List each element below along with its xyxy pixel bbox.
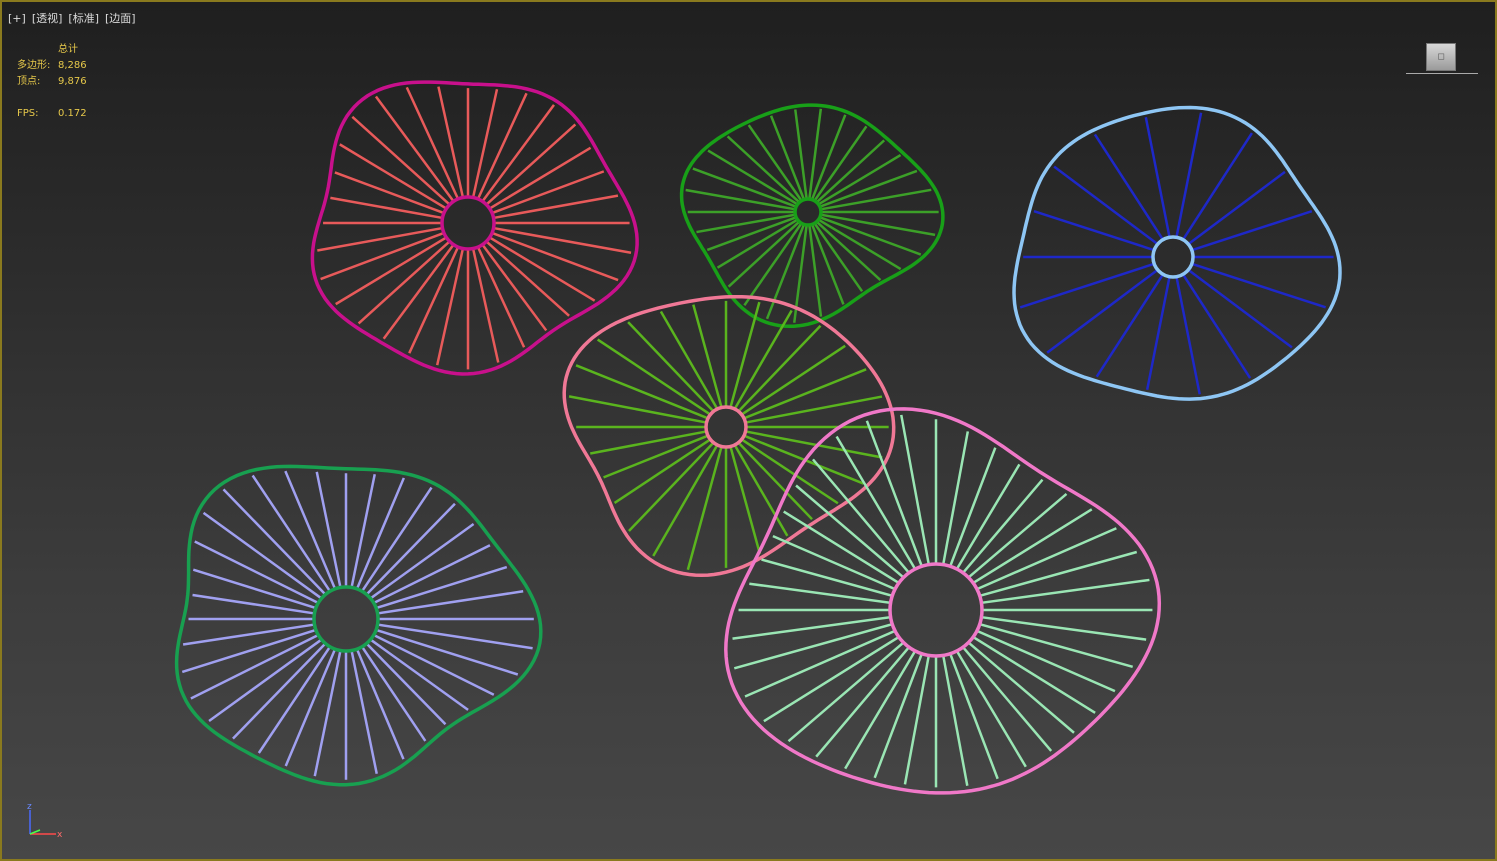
leaf-outline <box>174 464 543 787</box>
leaf-spoke <box>1191 262 1327 309</box>
leaf-spoke <box>334 171 445 215</box>
leaf-spoke <box>941 431 970 565</box>
leaf-outline <box>679 103 945 329</box>
leaf-spoke <box>375 628 519 676</box>
viewcube-ring[interactable] <box>1406 73 1478 77</box>
viewcube-face[interactable]: ◻ <box>1426 43 1456 71</box>
leaf-spoke <box>251 474 332 592</box>
lotus-leaf-green[interactable] <box>679 103 945 329</box>
leaf-spoke <box>979 623 1134 669</box>
axis-x-label: x <box>57 830 63 840</box>
viewport-plus-menu[interactable]: [+] <box>8 12 26 25</box>
leaf-center-ring <box>793 197 823 227</box>
leaf-spoke <box>949 653 999 780</box>
leaf-spoke <box>810 114 847 201</box>
leaf-spoke <box>740 344 846 416</box>
leaf-spoke <box>330 196 443 220</box>
leaf-center-ring <box>1151 235 1195 279</box>
leaf-spoke <box>900 414 931 565</box>
leaf-outline <box>562 294 896 578</box>
viewport-label-menu: [+] [透视] [标准] [边面] <box>8 10 142 26</box>
fps-value: 0.172 <box>58 108 87 119</box>
leaf-spoke <box>377 590 524 615</box>
leaf-spoke <box>737 324 822 413</box>
leaf-spoke <box>192 568 317 610</box>
fps-label: FPS: <box>17 108 39 119</box>
leaf-spoke <box>808 224 823 317</box>
leaf-spoke <box>737 441 813 521</box>
lotus-leaf-mint[interactable] <box>724 407 1162 795</box>
statistics-overlay: 总计 多边形: 8,286 顶点: 9,876 FPS: 0.172 <box>17 42 107 122</box>
leaf-spoke <box>981 578 1150 605</box>
scene-canvas[interactable] <box>2 2 1495 859</box>
leaf-spoke <box>375 565 508 610</box>
lotus-leaf-purple[interactable] <box>174 464 543 787</box>
leaf-spoke <box>1019 262 1155 309</box>
leaf-spoke <box>192 593 315 615</box>
leaf-spoke <box>732 615 891 640</box>
leaf-spoke <box>979 550 1138 597</box>
leaf-spoke <box>808 108 823 200</box>
leaf-spoke <box>613 438 712 504</box>
leaf-spoke <box>967 492 1068 579</box>
viewport-display-menu[interactable]: [边面] <box>105 12 136 25</box>
vertices-label: 顶点: <box>17 76 41 87</box>
axis-z-label: z <box>27 802 32 812</box>
leaf-spoke <box>733 623 893 670</box>
leaf-spoke <box>222 488 327 596</box>
leaf-spoke <box>182 623 315 646</box>
viewport-perspective[interactable]: [+] [透视] [标准] [边面] 总计 多边形: 8,286 顶点: 9,876 … <box>0 0 1497 861</box>
stats-header: 总计 <box>58 44 78 55</box>
lotus-leaf-pink[interactable] <box>562 294 896 578</box>
polygons-label: 多边形: <box>17 60 51 71</box>
leaf-spoke <box>355 477 405 590</box>
leaf-spoke <box>1033 209 1155 252</box>
lotus-leaf-red[interactable] <box>310 80 639 376</box>
leaf-spoke <box>491 170 605 215</box>
lotus-leaf-blue[interactable] <box>1012 105 1342 401</box>
leaf-spoke <box>1191 210 1313 252</box>
leaf-spoke <box>787 641 905 743</box>
leaf-spoke <box>315 471 342 588</box>
axis-tripod-icon: z x <box>27 802 63 840</box>
leaf-center-ring <box>704 405 748 449</box>
leaf-spoke <box>355 648 405 760</box>
leaf-spoke <box>181 628 317 674</box>
leaf-spoke <box>761 558 893 597</box>
leaf-center-ring <box>312 585 380 653</box>
leaf-spoke <box>1046 268 1159 354</box>
leaf-spoke <box>903 655 931 785</box>
leaf-spoke <box>873 653 923 779</box>
leaf-spoke <box>350 474 376 588</box>
leaf-outline <box>1012 105 1342 401</box>
leaf-spoke <box>981 615 1147 641</box>
polygons-value: 8,286 <box>58 60 87 71</box>
leaf-center-ring <box>888 562 984 658</box>
leaf-spoke <box>794 109 808 200</box>
leaf-spoke <box>377 623 533 650</box>
viewport-view-menu[interactable]: [透视] <box>32 12 63 25</box>
leaf-spoke <box>949 447 997 567</box>
leaf-spoke <box>865 420 923 567</box>
leaf-spoke <box>967 641 1075 734</box>
viewcube-icon[interactable]: ◻ <box>1404 40 1480 80</box>
leaf-spoke <box>941 655 969 786</box>
leaf-spoke <box>769 115 806 201</box>
vertices-value: 9,876 <box>58 76 87 87</box>
viewport-shading-menu[interactable]: [标准] <box>68 12 99 25</box>
leaf-spoke <box>749 582 891 605</box>
leaf-outline <box>724 407 1162 795</box>
leaf-center-ring <box>440 195 496 251</box>
